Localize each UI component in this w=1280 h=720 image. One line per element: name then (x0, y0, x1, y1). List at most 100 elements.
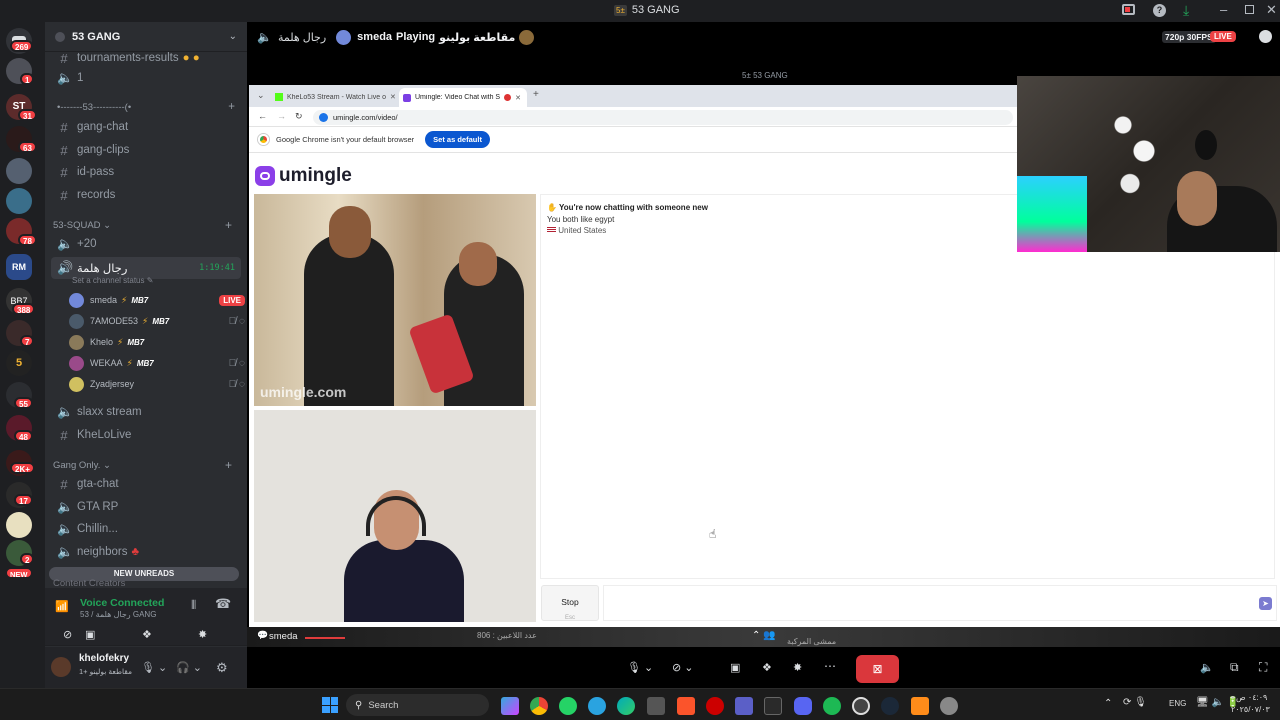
stop-button[interactable]: Stop Esc (541, 585, 599, 621)
brave-icon[interactable] (677, 697, 695, 715)
channel-slaxx-stream[interactable]: 🔈 slaxx stream (51, 402, 241, 422)
activities-icon[interactable]: ❖ (142, 628, 152, 641)
server-avatar[interactable]: 5 (6, 350, 32, 376)
volume-icon[interactable]: 🔈 (1200, 661, 1214, 674)
url-field[interactable]: umingle.com/video/ (313, 110, 1013, 125)
voice-user[interactable]: WEKAA ⚡ MB7 🎙̸ ◌ (69, 353, 245, 373)
channel-voice-1[interactable]: 🔈 1 (51, 68, 241, 88)
tab-close-icon[interactable]: ✕ (515, 94, 521, 102)
telegram-icon[interactable] (588, 697, 606, 715)
server-avatar[interactable]: RM (6, 254, 32, 280)
teams-icon[interactable] (735, 697, 753, 715)
add-channel-icon[interactable]: + (225, 458, 232, 472)
settings-gear-icon[interactable] (940, 697, 958, 715)
set-default-button[interactable]: Set as default (425, 131, 490, 148)
message-input[interactable]: ➤ (603, 585, 1277, 621)
voice-user[interactable]: Zyadjersey 🎙̸ ◌ (69, 374, 245, 394)
server-avatar[interactable] (6, 188, 32, 214)
voice-user[interactable]: 7AMODE53 ⚡ MB7 🎙̸ ◌ (69, 311, 245, 331)
channel-tournaments-results[interactable]: # tournaments-results ● ● (51, 48, 241, 68)
settings-gear-icon[interactable]: ⚙ (216, 660, 228, 676)
voice-status[interactable]: Voice Connected (80, 597, 164, 609)
channel-records[interactable]: # records (51, 185, 241, 205)
back-icon[interactable]: ← (258, 111, 267, 121)
category-gang-only[interactable]: Gang Only. ⌄ (53, 460, 111, 471)
disconnect-icon[interactable]: ☎ (215, 596, 231, 612)
new-tab-icon[interactable]: + (533, 89, 539, 100)
camera-off-icon[interactable]: ⊘ (63, 628, 83, 642)
chrome-icon[interactable] (530, 697, 548, 715)
download-icon[interactable]: ⤓ (1183, 2, 1189, 19)
soundboard-button[interactable]: ✸ (793, 661, 802, 674)
clock-date[interactable]: ٢٠٢٥/٠٧/٠٣ (1231, 705, 1270, 714)
channel-id-pass[interactable]: # id-pass (51, 162, 241, 182)
minimize-icon[interactable]: – (1220, 2, 1227, 17)
taskbar-search[interactable]: ⚲ Search (346, 694, 489, 716)
steam-icon[interactable] (881, 697, 899, 715)
category-53-squad[interactable]: 53-SQUAD ⌄ (53, 220, 111, 231)
mic-icon[interactable]: 🎙 ⌄ (141, 661, 167, 674)
channel-gta-chat[interactable]: # gta-chat (51, 474, 241, 494)
popout-chevron-icon[interactable]: ⌃ 👥 (752, 630, 776, 641)
mic-button[interactable]: 🎙 ⌄ (627, 661, 653, 674)
edge-icon[interactable] (617, 697, 635, 715)
headphones-icon[interactable]: 🎧 ⌄ (176, 661, 202, 674)
soundboard-icon[interactable]: ✸ (198, 628, 207, 641)
server-avatar[interactable] (6, 158, 32, 184)
voice-user[interactable]: Khelo ⚡ MB7 (69, 332, 239, 352)
screen-share-button[interactable]: ▣ (730, 661, 740, 674)
camera-off-button[interactable]: ⊘ ⌄ (672, 661, 694, 674)
app-icon[interactable] (911, 697, 929, 715)
app-icon[interactable] (706, 697, 724, 715)
add-icon[interactable]: + (228, 101, 235, 113)
tab-kick-stream[interactable]: KheLo53 Stream - Watch Live o ✕ (275, 89, 397, 105)
copilot-icon[interactable] (501, 697, 519, 715)
channel-chillin[interactable]: 🔈 Chillin... (51, 519, 241, 539)
language-indicator[interactable]: ENG (1169, 699, 1186, 708)
maximize-icon[interactable] (1245, 5, 1254, 14)
channel-gta-rp[interactable]: 🔈 GTA RP (51, 497, 241, 517)
new-badge[interactable]: NEW (5, 567, 33, 579)
add-channel-icon[interactable]: + (225, 218, 232, 232)
tab-close-icon[interactable]: ✕ (390, 93, 396, 101)
clock-time[interactable]: ٠٤:٠٩ ص (1236, 693, 1267, 702)
umingle-logo[interactable]: umingle (255, 165, 352, 187)
windows-start-icon[interactable] (322, 697, 338, 713)
tray-icons[interactable]: ⟳ 🎙 (1123, 697, 1147, 708)
channel-khelolive[interactable]: # KheLoLive (51, 425, 241, 445)
channel-divider-53[interactable]: •-------53----------(• + (51, 97, 241, 117)
terminal-icon[interactable] (764, 697, 782, 715)
fullscreen-icon[interactable]: ⛶ (1259, 660, 1267, 675)
app-icon[interactable] (647, 697, 665, 715)
obs-icon[interactable] (852, 697, 870, 715)
close-icon[interactable]: ✕ (1266, 2, 1277, 18)
voice-timer: 1:19:41 (199, 263, 235, 273)
chat-bubble-icon[interactable] (1259, 30, 1272, 43)
tab-umingle[interactable]: Umingle: Video Chat with S ✕ (399, 88, 527, 107)
popout-icon[interactable]: ⧉ (1230, 660, 1239, 675)
whatsapp-icon[interactable] (559, 697, 577, 715)
noise-icon[interactable]: ⦀ (191, 598, 196, 613)
activities-button[interactable]: ❖ (762, 661, 772, 674)
forward-icon[interactable]: → (277, 111, 286, 121)
channel-neighbors[interactable]: 🔈 neighbors ♣ (51, 542, 241, 562)
tray-chevron-icon[interactable]: ⌃ (1104, 698, 1112, 709)
browser-nav-arrows[interactable]: ⌄ (257, 90, 265, 101)
reload-icon[interactable]: ↻ (295, 111, 303, 122)
discord-icon[interactable] (794, 697, 812, 715)
send-icon[interactable]: ➤ (1259, 597, 1272, 610)
spotify-icon[interactable] (823, 697, 841, 715)
channel-voice-plus20[interactable]: 🔈 +20 (51, 234, 241, 254)
help-icon[interactable]: ? (1153, 4, 1166, 17)
channel-gang-chat[interactable]: # gang-chat (51, 117, 241, 137)
channel-gang-clips[interactable]: # gang-clips (51, 140, 241, 160)
site-info-icon[interactable] (319, 113, 328, 122)
voice-user[interactable]: smeda ⚡ MB7 LIVE (69, 290, 245, 310)
screen-share-icon[interactable]: ▣ (85, 628, 95, 641)
more-button[interactable]: ⋯ (824, 659, 836, 673)
avatar[interactable] (51, 657, 71, 677)
channel-status-hint[interactable]: Set a channel status ✎ (72, 276, 153, 285)
server-avatar[interactable] (6, 512, 32, 538)
leave-call-button[interactable]: ⊠ (856, 655, 899, 683)
screen-share-icon[interactable] (1122, 4, 1135, 15)
